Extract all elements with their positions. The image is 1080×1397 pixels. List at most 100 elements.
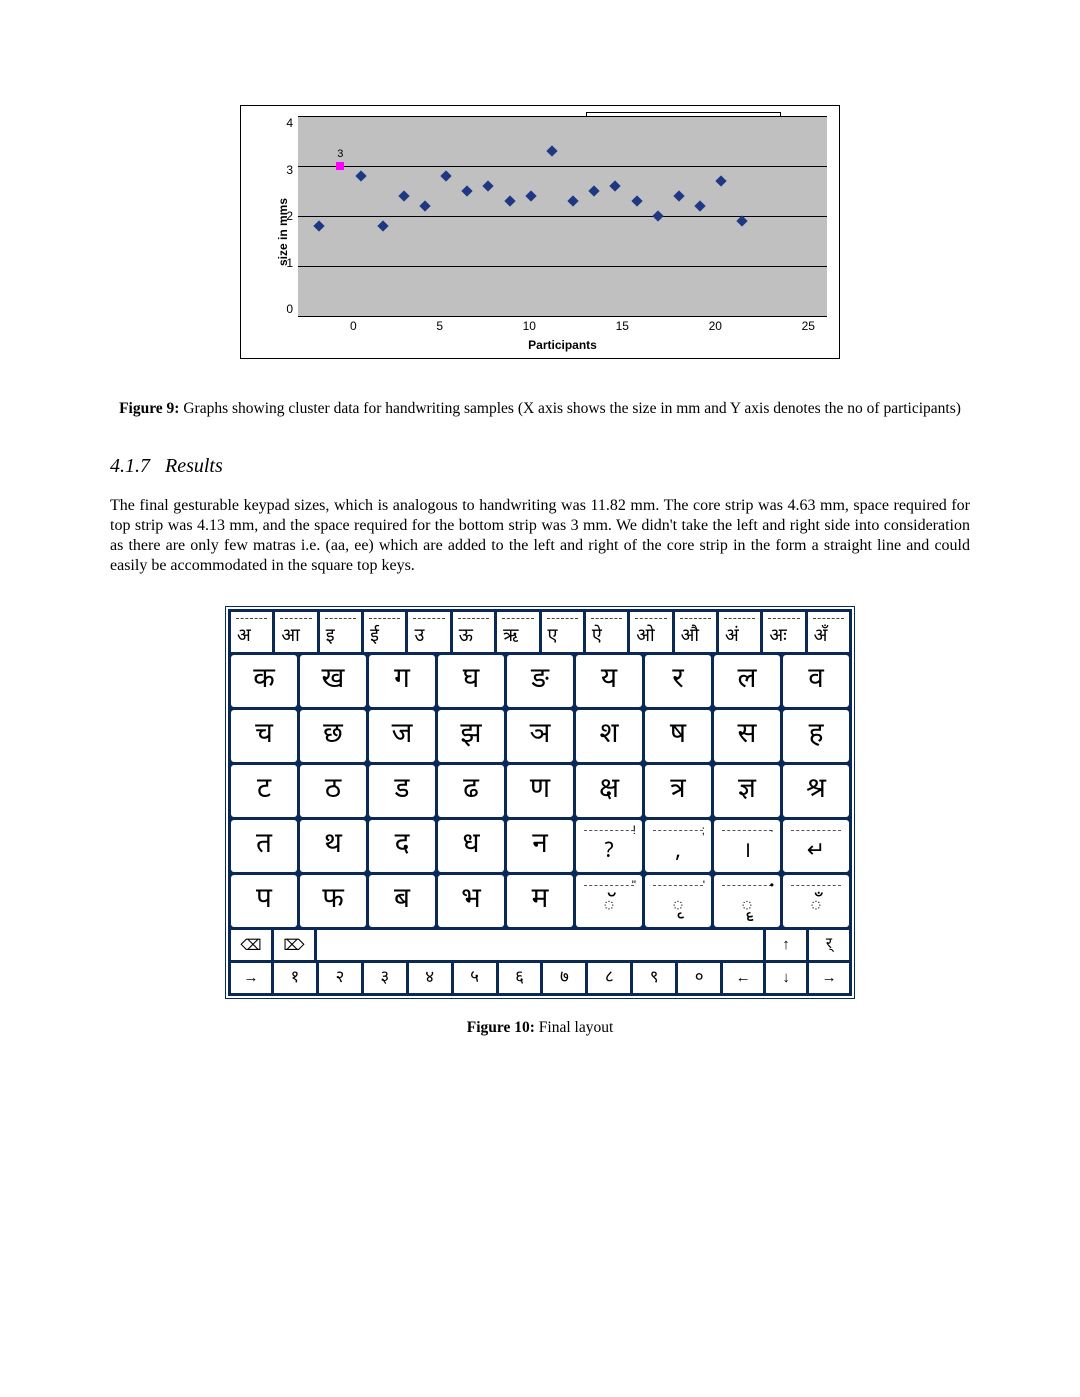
consonant-key[interactable]: ज्ञ: [714, 765, 780, 817]
keyboard-outer: अआइईउऊऋएऐओऔअंअःअँ कखगघङयरलव चछजझञशषसह टठ…: [225, 606, 855, 999]
consonant-key[interactable]: ष: [645, 710, 711, 762]
vowel-key[interactable]: ऋ: [497, 612, 538, 652]
consonant-key[interactable]: ङ: [507, 655, 573, 707]
matra-key[interactable]: •ॄ: [714, 875, 780, 927]
consonant-key[interactable]: प: [231, 875, 297, 927]
consonant-key[interactable]: झ: [438, 710, 504, 762]
consonant-key[interactable]: द: [369, 820, 435, 872]
digit-key[interactable]: ०: [678, 963, 720, 993]
space-key[interactable]: [317, 930, 763, 960]
backspace-key[interactable]: ⌫: [231, 930, 271, 960]
consonant-key[interactable]: ल: [714, 655, 780, 707]
consonant-key[interactable]: श्र: [783, 765, 849, 817]
left-arrow-key[interactable]: ←: [723, 963, 763, 993]
keyboard-mixed-row: तथदधन!?;,·।↵: [231, 820, 849, 872]
vowel-key[interactable]: अः: [763, 612, 804, 652]
consonant-key[interactable]: भ: [438, 875, 504, 927]
digit-key[interactable]: ५: [454, 963, 496, 993]
vowel-key[interactable]: अं: [719, 612, 760, 652]
consonant-key[interactable]: थ: [300, 820, 366, 872]
vowel-key[interactable]: औ: [675, 612, 716, 652]
digit-key[interactable]: ९: [633, 963, 675, 993]
consonant-key[interactable]: ञ: [507, 710, 573, 762]
punct-key[interactable]: ;,: [645, 820, 711, 872]
chart-box: Bottom Strip Size Plot sizes in mms 90th…: [240, 105, 840, 359]
x-tick: 20: [709, 319, 722, 333]
digit-key[interactable]: ३: [364, 963, 406, 993]
vowel-key[interactable]: अ: [231, 612, 272, 652]
vowel-key[interactable]: ओ: [630, 612, 671, 652]
consonant-key[interactable]: ठ: [300, 765, 366, 817]
consonant-key[interactable]: ह: [783, 710, 849, 762]
data-point-diamond-icon: [440, 170, 451, 181]
figure9-text: Graphs showing cluster data for handwrit…: [183, 400, 961, 417]
figure9-label: Figure 9:: [119, 400, 179, 417]
consonant-key[interactable]: क: [231, 655, 297, 707]
consonant-key[interactable]: घ: [438, 655, 504, 707]
down-arrow-key[interactable]: ↓: [766, 963, 806, 993]
vowel-key[interactable]: उ: [408, 612, 449, 652]
digit-key[interactable]: ४: [409, 963, 451, 993]
vowel-key[interactable]: इ: [320, 612, 361, 652]
consonant-key[interactable]: ज: [369, 710, 435, 762]
keyboard-inner: अआइईउऊऋएऐओऔअंअःअँ कखगघङयरलव चछजझञशषसह टठ…: [228, 609, 852, 996]
digit-key[interactable]: २: [319, 963, 361, 993]
consonant-key[interactable]: श: [576, 710, 642, 762]
forward-delete-key[interactable]: ⌦: [274, 930, 314, 960]
chart-plot-area: 3: [298, 116, 827, 316]
punct-key[interactable]: !?: [576, 820, 642, 872]
consonant-key[interactable]: ड: [369, 765, 435, 817]
consonant-key[interactable]: व: [783, 655, 849, 707]
consonant-key[interactable]: ध: [438, 820, 504, 872]
data-point-diamond-icon: [483, 180, 494, 191]
y-tick: 3: [286, 163, 293, 177]
consonant-key[interactable]: ढ: [438, 765, 504, 817]
digit-key[interactable]: १: [274, 963, 316, 993]
data-point-diamond-icon: [462, 185, 473, 196]
consonant-key[interactable]: च: [231, 710, 297, 762]
vowel-key[interactable]: ई: [364, 612, 405, 652]
digit-key[interactable]: ८: [588, 963, 630, 993]
consonant-key[interactable]: र: [645, 655, 711, 707]
keyboard-consonant-row: कखगघङयरलव: [231, 655, 849, 707]
consonant-key[interactable]: त्र: [645, 765, 711, 817]
vowel-key[interactable]: अँ: [808, 612, 849, 652]
matra-key[interactable]: 'ृ: [645, 875, 711, 927]
tab-key[interactable]: →: [231, 963, 271, 993]
right-arrow-key[interactable]: →: [809, 963, 849, 993]
consonant-key[interactable]: त: [231, 820, 297, 872]
digit-key[interactable]: ६: [499, 963, 541, 993]
consonant-key[interactable]: फ: [300, 875, 366, 927]
section-number: 4.1.7: [110, 455, 150, 477]
y-tick: 0: [286, 302, 293, 316]
consonant-key[interactable]: ब: [369, 875, 435, 927]
consonant-key[interactable]: क्ष: [576, 765, 642, 817]
vowel-key[interactable]: ए: [542, 612, 583, 652]
figure10-text: Final layout: [539, 1019, 613, 1036]
figure10-caption: Figure 10: Final layout: [110, 1019, 970, 1037]
consonant-key[interactable]: ण: [507, 765, 573, 817]
consonant-key[interactable]: स: [714, 710, 780, 762]
x-tick: 25: [802, 319, 815, 333]
vowel-key[interactable]: ऐ: [586, 612, 627, 652]
punct-key[interactable]: ·।: [714, 820, 780, 872]
consonant-key[interactable]: न: [507, 820, 573, 872]
consonant-key[interactable]: ग: [369, 655, 435, 707]
vowel-key[interactable]: ऊ: [453, 612, 494, 652]
consonant-key[interactable]: ट: [231, 765, 297, 817]
gridline: [298, 266, 827, 267]
consonant-key[interactable]: छ: [300, 710, 366, 762]
consonant-key[interactable]: म: [507, 875, 573, 927]
matra-key[interactable]: ँ: [783, 875, 849, 927]
x-tick: 5: [436, 319, 443, 333]
gridline: [298, 116, 827, 117]
data-point-diamond-icon: [313, 220, 324, 231]
vowel-key[interactable]: आ: [275, 612, 316, 652]
reph-key[interactable]: र्: [809, 930, 849, 960]
enter-key[interactable]: ↵: [783, 820, 849, 872]
shift-up-key[interactable]: ↑: [766, 930, 806, 960]
digit-key[interactable]: ७: [543, 963, 585, 993]
matra-key[interactable]: "ॅ: [576, 875, 642, 927]
consonant-key[interactable]: य: [576, 655, 642, 707]
consonant-key[interactable]: ख: [300, 655, 366, 707]
